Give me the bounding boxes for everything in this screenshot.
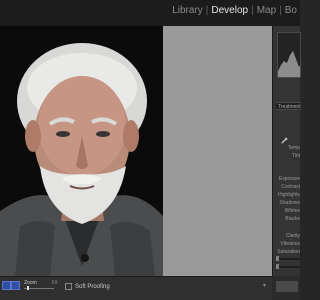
param-tint-label: Tint <box>291 153 300 159</box>
slider-track[interactable] <box>276 258 301 260</box>
param-temp-label: Temp <box>287 145 300 151</box>
section-header-basic[interactable]: Treatment <box>276 102 301 110</box>
histogram[interactable] <box>277 32 301 78</box>
module-book[interactable]: Bo <box>282 5 300 16</box>
bottom-toolbar: Zoom Fit Soft Proofing ▾ <box>0 276 272 300</box>
image-canvas[interactable] <box>0 26 272 276</box>
module-map[interactable]: Map <box>254 5 279 16</box>
slider-thumb[interactable] <box>276 256 279 261</box>
loupe-view-icon[interactable] <box>2 281 11 290</box>
zoom-value[interactable]: Fit <box>52 280 58 286</box>
zoom-slider-thumb[interactable] <box>27 286 29 290</box>
module-list: Library | Develop | Map | Bo <box>169 5 300 16</box>
panel-footer-button[interactable] <box>276 281 298 292</box>
param-highlights-label: Highlights <box>278 192 300 198</box>
zoom-label: Zoom <box>24 280 37 286</box>
module-picker-bar: Library | Develop | Map | Bo <box>0 0 300 26</box>
portrait-image <box>0 26 163 276</box>
develop-right-panel: Treatment Temp Tint Exposure Contrast Hi… <box>272 26 301 276</box>
param-contrast-label: Contrast <box>281 184 300 190</box>
soft-proofing-checkbox[interactable] <box>65 283 72 290</box>
eyedropper-icon[interactable] <box>280 136 289 145</box>
module-library[interactable]: Library <box>169 5 206 16</box>
histogram-graph <box>278 51 300 77</box>
param-saturation-label: Saturation <box>277 249 300 255</box>
toolbar-menu-chevron-icon[interactable]: ▾ <box>263 282 266 289</box>
module-develop[interactable]: Develop <box>208 5 251 16</box>
param-blacks-label: Blacks <box>285 216 300 222</box>
before-after-icon[interactable] <box>11 281 20 290</box>
param-exposure-label: Exposure <box>278 176 300 182</box>
soft-proofing-label: Soft Proofing <box>75 284 110 291</box>
slider-thumb[interactable] <box>276 264 279 269</box>
right-panel-footer <box>272 276 300 300</box>
soft-proofing-toggle[interactable]: Soft Proofing <box>65 283 110 290</box>
param-whites-label: Whites <box>284 208 300 214</box>
slider-track[interactable] <box>276 266 301 268</box>
param-vibrance-label: Vibrance <box>280 241 300 247</box>
portrait-photo <box>0 26 163 276</box>
param-clarity-label: Clarity <box>285 233 300 239</box>
param-shadows-label: Shadows <box>279 200 300 206</box>
